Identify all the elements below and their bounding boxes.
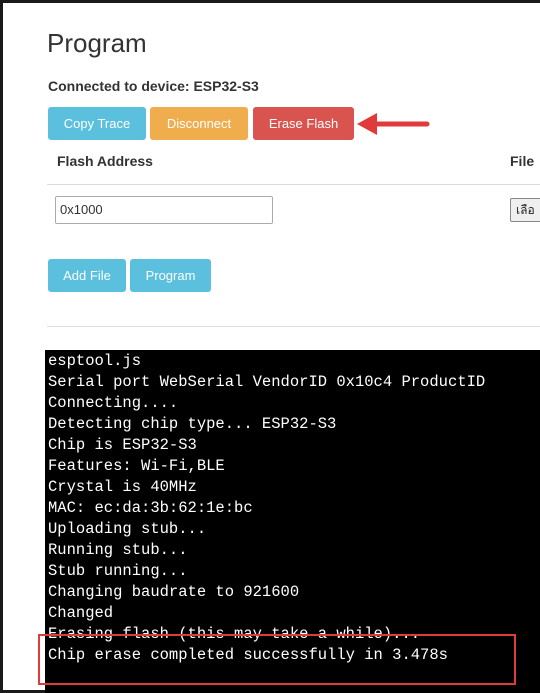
add-file-button[interactable]: Add File [48,259,126,292]
terminal-line: Running stub... [48,541,188,559]
terminal-line: esptool.js [48,352,142,370]
terminal-line: Serial port WebSerial VendorID 0x10c4 Pr… [48,373,486,391]
erase-flash-button[interactable]: Erase Flash [253,107,354,140]
terminal-line: MAC: ec:da:3b:62:1e:bc [48,499,253,517]
page-title: Program [47,28,147,58]
terminal-line: Uploading stub... [48,520,207,538]
program-button[interactable]: Program [130,259,211,292]
terminal-line: Changing baudrate to 921600 [48,583,300,601]
annotation-arrow-icon [357,113,430,135]
terminal-line: Features: Wi-Fi,BLE [48,457,225,475]
column-header-flash-address: Flash Address [57,153,153,169]
column-header-file: File [510,153,535,169]
terminal-line: Stub running... [48,562,188,580]
flash-address-input[interactable]: 0x1000 [55,196,273,224]
terminal-line: Changed [48,604,114,622]
annotation-highlight-box [38,634,516,685]
terminal-line: Detecting chip type... ESP32-S3 [48,415,337,433]
terminal-line: Crystal is 40MHz [48,478,197,496]
choose-file-button[interactable]: เลือ [510,198,540,222]
device-status: Connected to device: ESP32-S3 [48,78,259,94]
copy-trace-button[interactable]: Copy Trace [48,107,146,140]
section-divider [47,326,540,327]
terminal-line: Connecting.... [48,394,179,412]
terminal-line: Chip is ESP32-S3 [48,436,197,454]
table-divider [47,184,540,185]
disconnect-button[interactable]: Disconnect [150,107,248,140]
